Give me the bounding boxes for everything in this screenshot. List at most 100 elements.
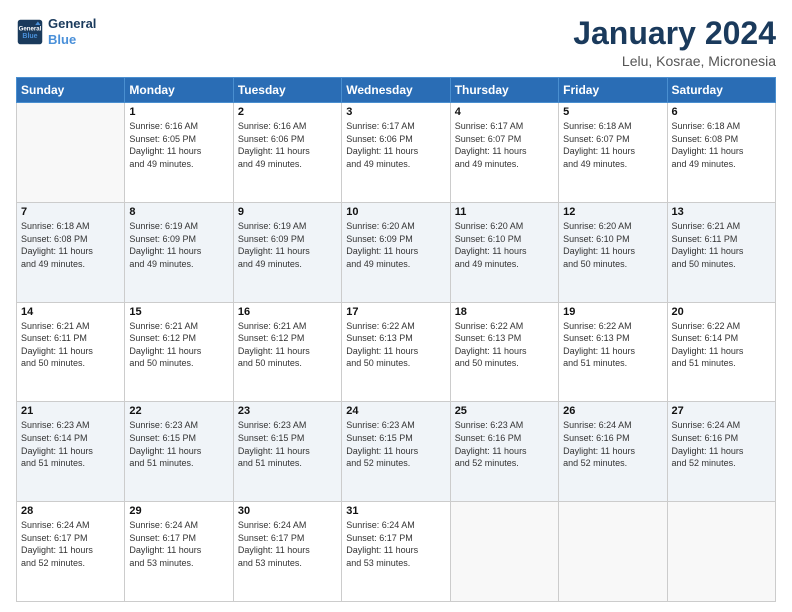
day-number: 25 bbox=[455, 405, 554, 417]
svg-text:Blue: Blue bbox=[22, 33, 37, 40]
page: General Blue General Blue January 2024 L… bbox=[0, 0, 792, 612]
day-cell: 30 Sunrise: 6:24 AM Sunset: 6:17 PM Dayli… bbox=[233, 502, 341, 602]
week-row-2: 7 Sunrise: 6:18 AM Sunset: 6:08 PM Daylig… bbox=[17, 202, 776, 302]
day-info: Sunrise: 6:22 AM Sunset: 6:13 PM Dayligh… bbox=[346, 320, 445, 370]
header-sunday: Sunday bbox=[17, 78, 125, 103]
day-number: 23 bbox=[238, 405, 337, 417]
day-cell: 16 Sunrise: 6:21 AM Sunset: 6:12 PM Dayli… bbox=[233, 302, 341, 402]
day-info: Sunrise: 6:20 AM Sunset: 6:09 PM Dayligh… bbox=[346, 220, 445, 270]
day-cell: 23 Sunrise: 6:23 AM Sunset: 6:15 PM Dayli… bbox=[233, 402, 341, 502]
day-number: 5 bbox=[563, 106, 662, 118]
day-info: Sunrise: 6:24 AM Sunset: 6:16 PM Dayligh… bbox=[672, 419, 771, 469]
day-number: 11 bbox=[455, 206, 554, 218]
day-number: 2 bbox=[238, 106, 337, 118]
day-info: Sunrise: 6:17 AM Sunset: 6:06 PM Dayligh… bbox=[346, 120, 445, 170]
day-info: Sunrise: 6:23 AM Sunset: 6:14 PM Dayligh… bbox=[21, 419, 120, 469]
day-cell: 18 Sunrise: 6:22 AM Sunset: 6:13 PM Dayli… bbox=[450, 302, 558, 402]
day-info: Sunrise: 6:24 AM Sunset: 6:17 PM Dayligh… bbox=[346, 519, 445, 569]
day-number: 17 bbox=[346, 306, 445, 318]
day-info: Sunrise: 6:24 AM Sunset: 6:17 PM Dayligh… bbox=[129, 519, 228, 569]
day-number: 14 bbox=[21, 306, 120, 318]
day-info: Sunrise: 6:24 AM Sunset: 6:17 PM Dayligh… bbox=[238, 519, 337, 569]
day-number: 20 bbox=[672, 306, 771, 318]
day-info: Sunrise: 6:21 AM Sunset: 6:11 PM Dayligh… bbox=[21, 320, 120, 370]
logo-text: General Blue bbox=[48, 16, 96, 47]
day-cell: 8 Sunrise: 6:19 AM Sunset: 6:09 PM Daylig… bbox=[125, 202, 233, 302]
day-cell: 25 Sunrise: 6:23 AM Sunset: 6:16 PM Dayli… bbox=[450, 402, 558, 502]
header-wednesday: Wednesday bbox=[342, 78, 450, 103]
day-cell: 7 Sunrise: 6:18 AM Sunset: 6:08 PM Daylig… bbox=[17, 202, 125, 302]
day-number: 8 bbox=[129, 206, 228, 218]
day-cell: 19Sunrise: 6:22 AM Sunset: 6:13 PM Dayli… bbox=[559, 302, 667, 402]
day-cell: 31 Sunrise: 6:24 AM Sunset: 6:17 PM Dayli… bbox=[342, 502, 450, 602]
day-cell: 28 Sunrise: 6:24 AM Sunset: 6:17 PM Dayli… bbox=[17, 502, 125, 602]
day-cell: 3 Sunrise: 6:17 AM Sunset: 6:06 PM Daylig… bbox=[342, 103, 450, 203]
day-cell: 12 Sunrise: 6:20 AM Sunset: 6:10 PM Dayli… bbox=[559, 202, 667, 302]
day-info: Sunrise: 6:23 AM Sunset: 6:15 PM Dayligh… bbox=[129, 419, 228, 469]
week-row-4: 21 Sunrise: 6:23 AM Sunset: 6:14 PM Dayli… bbox=[17, 402, 776, 502]
day-info: Sunrise: 6:20 AM Sunset: 6:10 PM Dayligh… bbox=[455, 220, 554, 270]
day-number: 16 bbox=[238, 306, 337, 318]
header-tuesday: Tuesday bbox=[233, 78, 341, 103]
day-cell: 9Sunrise: 6:19 AM Sunset: 6:09 PM Daylig… bbox=[233, 202, 341, 302]
header-monday: Monday bbox=[125, 78, 233, 103]
day-info: Sunrise: 6:22 AM Sunset: 6:14 PM Dayligh… bbox=[672, 320, 771, 370]
day-cell: 20 Sunrise: 6:22 AM Sunset: 6:14 PM Dayli… bbox=[667, 302, 775, 402]
calendar-title: January 2024 bbox=[573, 16, 776, 51]
day-cell: 29Sunrise: 6:24 AM Sunset: 6:17 PM Dayli… bbox=[125, 502, 233, 602]
day-number: 4 bbox=[455, 106, 554, 118]
day-info: Sunrise: 6:18 AM Sunset: 6:07 PM Dayligh… bbox=[563, 120, 662, 170]
header-thursday: Thursday bbox=[450, 78, 558, 103]
day-info: Sunrise: 6:20 AM Sunset: 6:10 PM Dayligh… bbox=[563, 220, 662, 270]
day-cell: 24Sunrise: 6:23 AM Sunset: 6:15 PM Dayli… bbox=[342, 402, 450, 502]
day-cell: 13 Sunrise: 6:21 AM Sunset: 6:11 PM Dayli… bbox=[667, 202, 775, 302]
day-number: 3 bbox=[346, 106, 445, 118]
calendar-subtitle: Lelu, Kosrae, Micronesia bbox=[573, 53, 776, 69]
day-info: Sunrise: 6:23 AM Sunset: 6:15 PM Dayligh… bbox=[346, 419, 445, 469]
header: General Blue General Blue January 2024 L… bbox=[16, 16, 776, 69]
day-number: 7 bbox=[21, 206, 120, 218]
day-info: Sunrise: 6:24 AM Sunset: 6:17 PM Dayligh… bbox=[21, 519, 120, 569]
day-number: 28 bbox=[21, 505, 120, 517]
day-number: 31 bbox=[346, 505, 445, 517]
day-info: Sunrise: 6:21 AM Sunset: 6:12 PM Dayligh… bbox=[238, 320, 337, 370]
day-info: Sunrise: 6:21 AM Sunset: 6:11 PM Dayligh… bbox=[672, 220, 771, 270]
day-number: 30 bbox=[238, 505, 337, 517]
day-number: 6 bbox=[672, 106, 771, 118]
day-number: 18 bbox=[455, 306, 554, 318]
week-row-1: 1Sunrise: 6:16 AM Sunset: 6:05 PM Daylig… bbox=[17, 103, 776, 203]
day-info: Sunrise: 6:19 AM Sunset: 6:09 PM Dayligh… bbox=[129, 220, 228, 270]
day-number: 9 bbox=[238, 206, 337, 218]
header-row: Sunday Monday Tuesday Wednesday Thursday… bbox=[17, 78, 776, 103]
day-cell: 22Sunrise: 6:23 AM Sunset: 6:15 PM Dayli… bbox=[125, 402, 233, 502]
day-cell: 10 Sunrise: 6:20 AM Sunset: 6:09 PM Dayli… bbox=[342, 202, 450, 302]
day-number: 21 bbox=[21, 405, 120, 417]
day-number: 13 bbox=[672, 206, 771, 218]
day-number: 27 bbox=[672, 405, 771, 417]
day-cell: 2Sunrise: 6:16 AM Sunset: 6:06 PM Daylig… bbox=[233, 103, 341, 203]
logo-icon: General Blue bbox=[16, 18, 44, 46]
day-cell: 14 Sunrise: 6:21 AM Sunset: 6:11 PM Dayli… bbox=[17, 302, 125, 402]
day-cell bbox=[17, 103, 125, 203]
day-info: Sunrise: 6:22 AM Sunset: 6:13 PM Dayligh… bbox=[455, 320, 554, 370]
day-cell: 27 Sunrise: 6:24 AM Sunset: 6:16 PM Dayli… bbox=[667, 402, 775, 502]
day-info: Sunrise: 6:23 AM Sunset: 6:15 PM Dayligh… bbox=[238, 419, 337, 469]
day-info: Sunrise: 6:21 AM Sunset: 6:12 PM Dayligh… bbox=[129, 320, 228, 370]
day-cell bbox=[450, 502, 558, 602]
day-info: Sunrise: 6:18 AM Sunset: 6:08 PM Dayligh… bbox=[672, 120, 771, 170]
day-info: Sunrise: 6:16 AM Sunset: 6:05 PM Dayligh… bbox=[129, 120, 228, 170]
week-row-5: 28 Sunrise: 6:24 AM Sunset: 6:17 PM Dayli… bbox=[17, 502, 776, 602]
week-row-3: 14 Sunrise: 6:21 AM Sunset: 6:11 PM Dayli… bbox=[17, 302, 776, 402]
day-info: Sunrise: 6:17 AM Sunset: 6:07 PM Dayligh… bbox=[455, 120, 554, 170]
day-info: Sunrise: 6:23 AM Sunset: 6:16 PM Dayligh… bbox=[455, 419, 554, 469]
svg-text:General: General bbox=[19, 25, 42, 32]
day-cell: 6 Sunrise: 6:18 AM Sunset: 6:08 PM Daylig… bbox=[667, 103, 775, 203]
day-cell: 11 Sunrise: 6:20 AM Sunset: 6:10 PM Dayli… bbox=[450, 202, 558, 302]
day-number: 10 bbox=[346, 206, 445, 218]
day-cell: 5 Sunrise: 6:18 AM Sunset: 6:07 PM Daylig… bbox=[559, 103, 667, 203]
day-info: Sunrise: 6:24 AM Sunset: 6:16 PM Dayligh… bbox=[563, 419, 662, 469]
day-cell: 26Sunrise: 6:24 AM Sunset: 6:16 PM Dayli… bbox=[559, 402, 667, 502]
day-number: 12 bbox=[563, 206, 662, 218]
day-info: Sunrise: 6:18 AM Sunset: 6:08 PM Dayligh… bbox=[21, 220, 120, 270]
header-friday: Friday bbox=[559, 78, 667, 103]
